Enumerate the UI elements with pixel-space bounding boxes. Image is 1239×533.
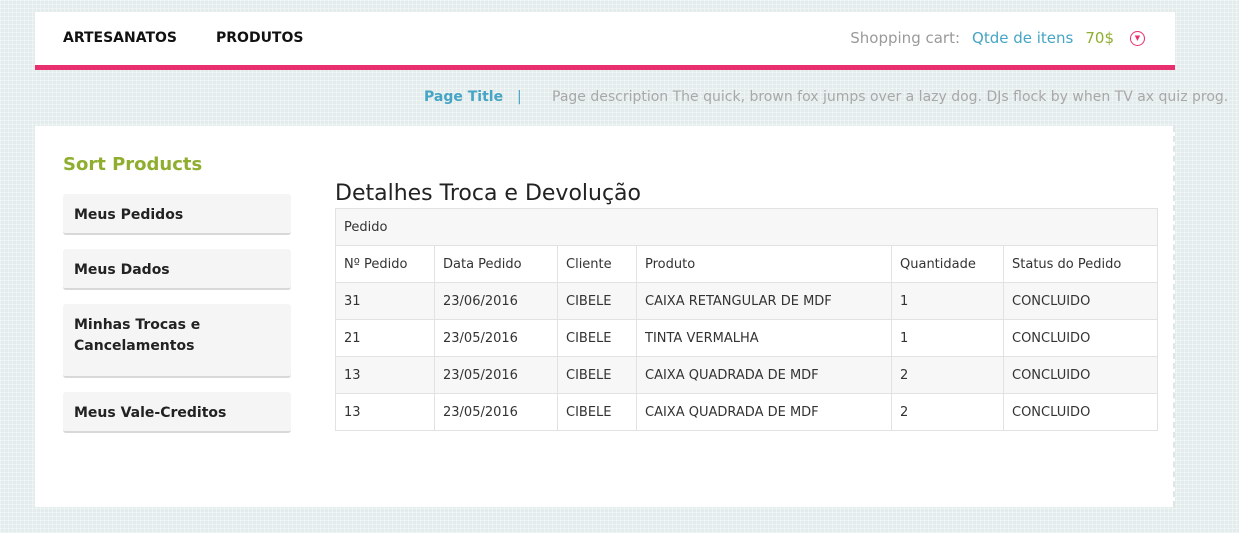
cart-label: Shopping cart: [850,29,961,47]
table-cell: CIBELE [557,282,637,320]
table-cell: 13 [335,393,435,431]
nav-item-produtos[interactable]: PRODUTOS [216,30,303,46]
title-separator: | [517,89,522,105]
table-cell: CIBELE [557,393,637,431]
table-cell: 2 [891,356,1004,394]
table-cell: 1 [891,319,1004,357]
table-row: 13 23/05/2016 CIBELE CAIXA QUADRADA DE M… [335,356,1158,394]
sidebar-item-meus-dados[interactable]: Meus Dados [63,249,291,290]
table-caption: Pedido [335,208,1158,246]
column-header: Produto [636,245,892,283]
page-description: Page description The quick, brown fox ju… [552,89,1229,105]
column-header: Status do Pedido [1003,245,1158,283]
column-header: Nº Pedido [335,245,435,283]
shopping-cart: Shopping cart: Qtde de itens 70$ ▼ [850,29,1145,47]
cart-items-link[interactable]: Qtde de itens [972,29,1073,47]
column-header: Cliente [557,245,637,283]
table-cell: CONCLUIDO [1003,319,1158,357]
nav-item-artesanatos[interactable]: ARTESANATOS [63,30,177,46]
sidebar-item-vale-creditos[interactable]: Meus Vale-Creditos [63,392,291,433]
table-cell: TINTA VERMALHA [636,319,892,357]
table-cell: CONCLUIDO [1003,356,1158,394]
sidebar-item-meus-pedidos[interactable]: Meus Pedidos [63,194,291,235]
table-cell: CIBELE [557,319,637,357]
table-cell: 23/05/2016 [434,356,558,394]
table-caption-row: Pedido [335,208,1158,246]
chevron-down-icon[interactable]: ▼ [1130,30,1145,46]
sidebar-item-minhas-trocas[interactable]: Minhas Trocas e Cancelamentos [63,304,291,378]
top-navigation-bar: ARTESANATOS PRODUTOS Shopping cart: Qtde… [35,12,1175,70]
main-content: Sort Products Meus Pedidos Meus Dados Mi… [35,126,1175,507]
table-cell: 21 [335,319,435,357]
table-cell: 13 [335,356,435,394]
table-cell: CAIXA RETANGULAR DE MDF [636,282,892,320]
orders-table: Pedido Nº Pedido Data Pedido Cliente Pro… [335,208,1158,431]
table-cell: 23/06/2016 [434,282,558,320]
table-cell: CONCLUIDO [1003,393,1158,431]
table-cell: CAIXA QUADRADA DE MDF [636,356,892,394]
column-header: Data Pedido [434,245,558,283]
table-cell: 2 [891,393,1004,431]
table-cell: 23/05/2016 [434,393,558,431]
table-cell: CONCLUIDO [1003,282,1158,320]
cart-price: 70$ [1085,29,1114,47]
table-cell: 1 [891,282,1004,320]
sidebar-title: Sort Products [63,154,203,175]
table-header-row: Nº Pedido Data Pedido Cliente Produto Qu… [335,245,1158,283]
section-title: Detalhes Troca e Devolução [335,181,642,206]
table-cell: 31 [335,282,435,320]
table-cell: CIBELE [557,356,637,394]
page-title: Page Title [424,89,504,105]
table-cell: CAIXA QUADRADA DE MDF [636,393,892,431]
table-row: 21 23/05/2016 CIBELE TINTA VERMALHA 1 CO… [335,319,1158,357]
table-row: 31 23/06/2016 CIBELE CAIXA RETANGULAR DE… [335,282,1158,320]
table-row: 13 23/05/2016 CIBELE CAIXA QUADRADA DE M… [335,393,1158,431]
table-cell: 23/05/2016 [434,319,558,357]
column-header: Quantidade [891,245,1004,283]
